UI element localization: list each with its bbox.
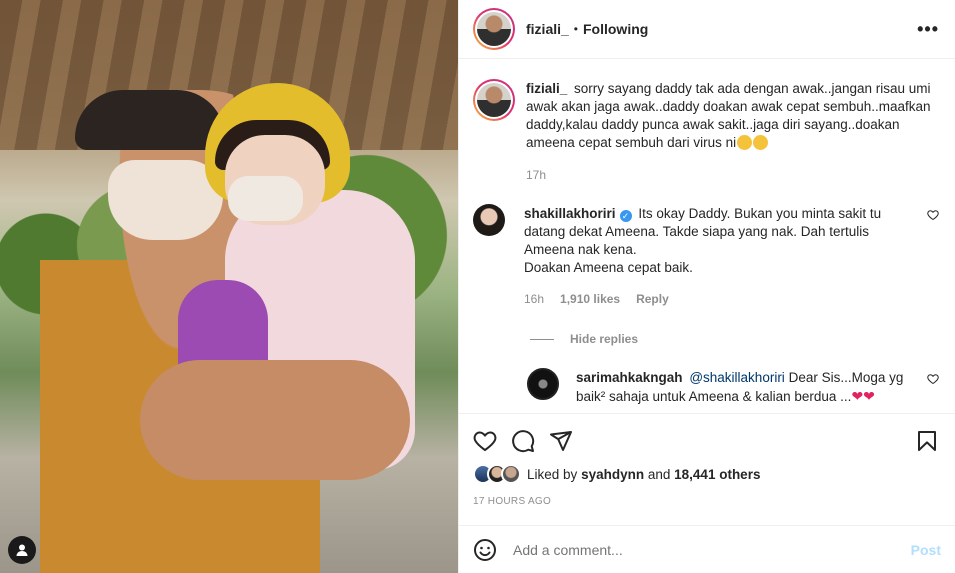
comment-meta: 16h 1,910 likes Reply: [524, 292, 917, 306]
liker-avatars[interactable]: [473, 464, 521, 484]
comment-username[interactable]: shakillakhoriri: [524, 206, 616, 221]
red-heart-emoji: ❤: [851, 388, 864, 404]
comment-time[interactable]: 16h: [524, 292, 544, 306]
bookmark-icon[interactable]: [915, 429, 939, 453]
caption-meta: 17h: [526, 168, 939, 182]
comment-input[interactable]: [513, 541, 911, 558]
caption-username[interactable]: fiziali_: [526, 81, 567, 96]
reply-username[interactable]: sarimahkakngah: [576, 370, 683, 385]
caption-avatar[interactable]: [473, 79, 515, 121]
commenter-avatar[interactable]: [473, 204, 505, 236]
reply-mention[interactable]: @shakillakhoriri: [689, 370, 784, 385]
heart-icon[interactable]: [473, 429, 497, 453]
comment: shakillakhoriri ✓ Its okay Daddy. Bukan y…: [473, 204, 939, 306]
comment-body: shakillakhoriri ✓ Its okay Daddy. Bukan y…: [505, 204, 917, 306]
photo-girl-mask: [228, 176, 303, 221]
post-details-panel: fiziali_ • Following ••• fiziali_ sorry …: [458, 0, 955, 573]
comment-text-line-2: Doakan Ameena cepat baik.: [524, 260, 693, 275]
verified-badge-icon: ✓: [619, 210, 632, 222]
hide-replies-label: Hide replies: [570, 332, 639, 346]
caption-body: fiziali_ sorry sayang daddy tak ada deng…: [515, 79, 939, 182]
post-actions: Liked by syahdynn and 18,441 others 17 H…: [459, 413, 955, 525]
post-photo[interactable]: [0, 0, 458, 573]
pensive-face-emoji: [737, 135, 753, 150]
instagram-post-modal: fiziali_ • Following ••• fiziali_ sorry …: [0, 0, 955, 573]
following-button[interactable]: Following: [583, 21, 648, 37]
add-comment-bar: Post: [459, 525, 955, 573]
likes-others[interactable]: 18,441 others: [674, 467, 760, 482]
reply-text-block: sarimahkakngah @shakillakhoriri Dear Sis…: [576, 368, 917, 406]
reply: sarimahkakngah @shakillakhoriri Dear Sis…: [527, 368, 939, 406]
comment-like-heart-icon[interactable]: [927, 209, 939, 221]
hide-replies-line: [530, 338, 554, 340]
post-comment-button[interactable]: Post: [911, 542, 941, 558]
hide-replies-button[interactable]: Hide replies: [530, 332, 939, 346]
comment-icon[interactable]: [511, 429, 535, 453]
caption-avatar-inner: [475, 81, 513, 119]
more-options-icon[interactable]: •••: [917, 19, 939, 40]
action-icons: [473, 424, 939, 458]
author-avatar[interactable]: [473, 8, 515, 50]
caption: fiziali_ sorry sayang daddy tak ada deng…: [473, 79, 939, 182]
likes-conjunction: and: [647, 466, 671, 482]
caption-text: sorry sayang daddy tak ada dengan awak..…: [526, 81, 931, 150]
comment-likes[interactable]: 1,910 likes: [560, 292, 620, 306]
pensive-face-emoji: [753, 135, 769, 150]
post-header: fiziali_ • Following •••: [459, 0, 955, 59]
caption-text-block: fiziali_ sorry sayang daddy tak ada deng…: [526, 79, 939, 152]
photo-man-arm: [140, 360, 410, 480]
share-icon[interactable]: [549, 429, 573, 453]
likes-prefix: Liked by: [527, 466, 578, 482]
liker-username[interactable]: syahdynn: [581, 467, 644, 482]
author-avatar-inner: [475, 10, 513, 48]
smiley-icon[interactable]: [473, 538, 497, 562]
comments-section[interactable]: fiziali_ sorry sayang daddy tak ada deng…: [459, 59, 955, 413]
caption-time[interactable]: 17h: [526, 168, 546, 182]
likes-summary: Liked by syahdynn and 18,441 others: [473, 464, 939, 484]
user-tag-icon[interactable]: [8, 536, 36, 564]
reply-button[interactable]: Reply: [636, 292, 669, 306]
post-timestamp[interactable]: 17 HOURS AGO: [473, 496, 939, 507]
reply-avatar[interactable]: [527, 368, 559, 400]
author-avatar-image: [477, 12, 511, 46]
user-tag-glyph: [16, 544, 28, 556]
liker-avatar: [501, 464, 521, 484]
comment-text-block: shakillakhoriri ✓ Its okay Daddy. Bukan y…: [524, 204, 917, 277]
caption-avatar-image: [477, 83, 511, 117]
photo-man-hair: [75, 90, 225, 150]
red-heart-emoji: ❤: [863, 388, 875, 404]
reply-like-heart-icon[interactable]: [927, 373, 939, 385]
header-separator: •: [573, 22, 578, 36]
author-username[interactable]: fiziali_: [526, 21, 569, 37]
